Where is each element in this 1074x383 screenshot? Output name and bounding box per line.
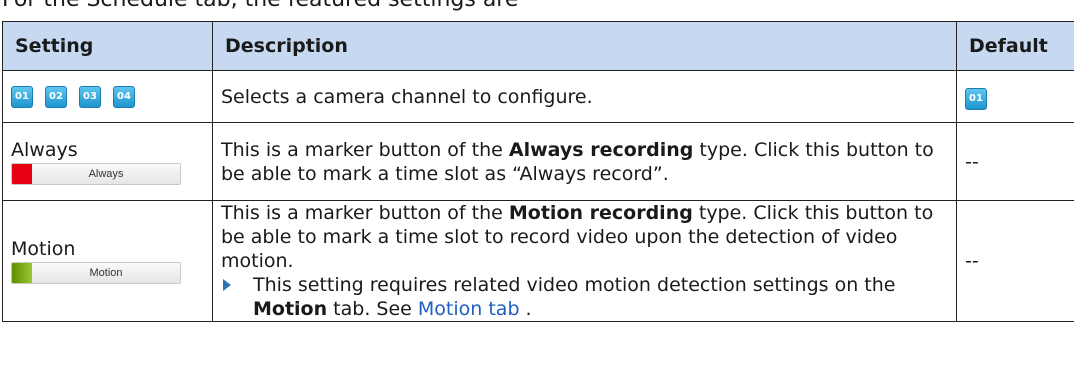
motion-tab-link[interactable]: Motion tab: [418, 298, 520, 320]
motion-setting-label: Motion: [11, 238, 76, 260]
settings-table: Setting Description Default 01 02 03 04 …: [2, 21, 1074, 322]
channel-buttons: 01 02 03 04: [11, 85, 204, 108]
desc-text: This is a marker button of the: [221, 138, 509, 161]
desc-bold-text: Always recording: [508, 138, 694, 161]
always-button-label: Always: [88, 167, 124, 180]
table-row: Always Always This is a marker button of…: [2, 122, 1074, 201]
always-marker-button[interactable]: Always: [11, 162, 181, 185]
motion-color-swatch: [12, 263, 32, 283]
bullet-text-part: .: [519, 298, 532, 320]
bullet-text-part: tab. See: [327, 298, 418, 320]
table-row: 01 02 03 04 Selects a camera channel to …: [2, 70, 1074, 123]
motion-note-bullet: This setting requires related video moti…: [221, 273, 948, 321]
always-description: This is a marker button of the Always re…: [212, 122, 957, 201]
desc-text: This is a marker button of the: [221, 202, 509, 224]
table-row: Motion Motion This is a marker button of…: [2, 200, 1074, 322]
motion-desc-paragraph: This is a marker button of the Motion re…: [221, 201, 948, 273]
channel-button-03[interactable]: 03: [79, 85, 101, 108]
always-setting-cell: Always Always: [2, 122, 213, 201]
header-description: Description: [212, 21, 957, 71]
desc-bold-text: Motion recording: [508, 202, 693, 224]
channel-button-04[interactable]: 04: [113, 85, 135, 108]
channel-default-cell: 01: [956, 70, 1074, 123]
default-channel-chip: 01: [965, 88, 987, 110]
motion-setting-cell: Motion Motion: [2, 200, 213, 322]
header-default: Default: [956, 21, 1074, 71]
bullet-text: This setting requires related video moti…: [253, 273, 948, 321]
bullet-text-part: This setting requires related video moti…: [253, 274, 896, 296]
channel-button-01[interactable]: 01: [11, 85, 33, 108]
header-setting: Setting: [2, 21, 213, 71]
triangle-bullet-icon: [223, 279, 231, 291]
motion-marker-button[interactable]: Motion: [11, 262, 181, 284]
channel-button-02[interactable]: 02: [45, 85, 67, 108]
channel-setting-cell: 01 02 03 04: [2, 70, 213, 123]
always-color-swatch: [12, 163, 32, 184]
table-header-row: Setting Description Default: [2, 21, 1074, 71]
bullet-bold-text: Motion: [253, 298, 328, 320]
motion-default: --: [956, 200, 1074, 322]
always-default: --: [956, 122, 1074, 201]
motion-description: This is a marker button of the Motion re…: [212, 200, 957, 322]
intro-text: For the Schedule tab, the featured setti…: [2, 0, 518, 13]
motion-button-label: Motion: [89, 267, 123, 279]
always-setting-label: Always: [11, 138, 78, 161]
channel-description: Selects a camera channel to configure.: [212, 70, 957, 123]
